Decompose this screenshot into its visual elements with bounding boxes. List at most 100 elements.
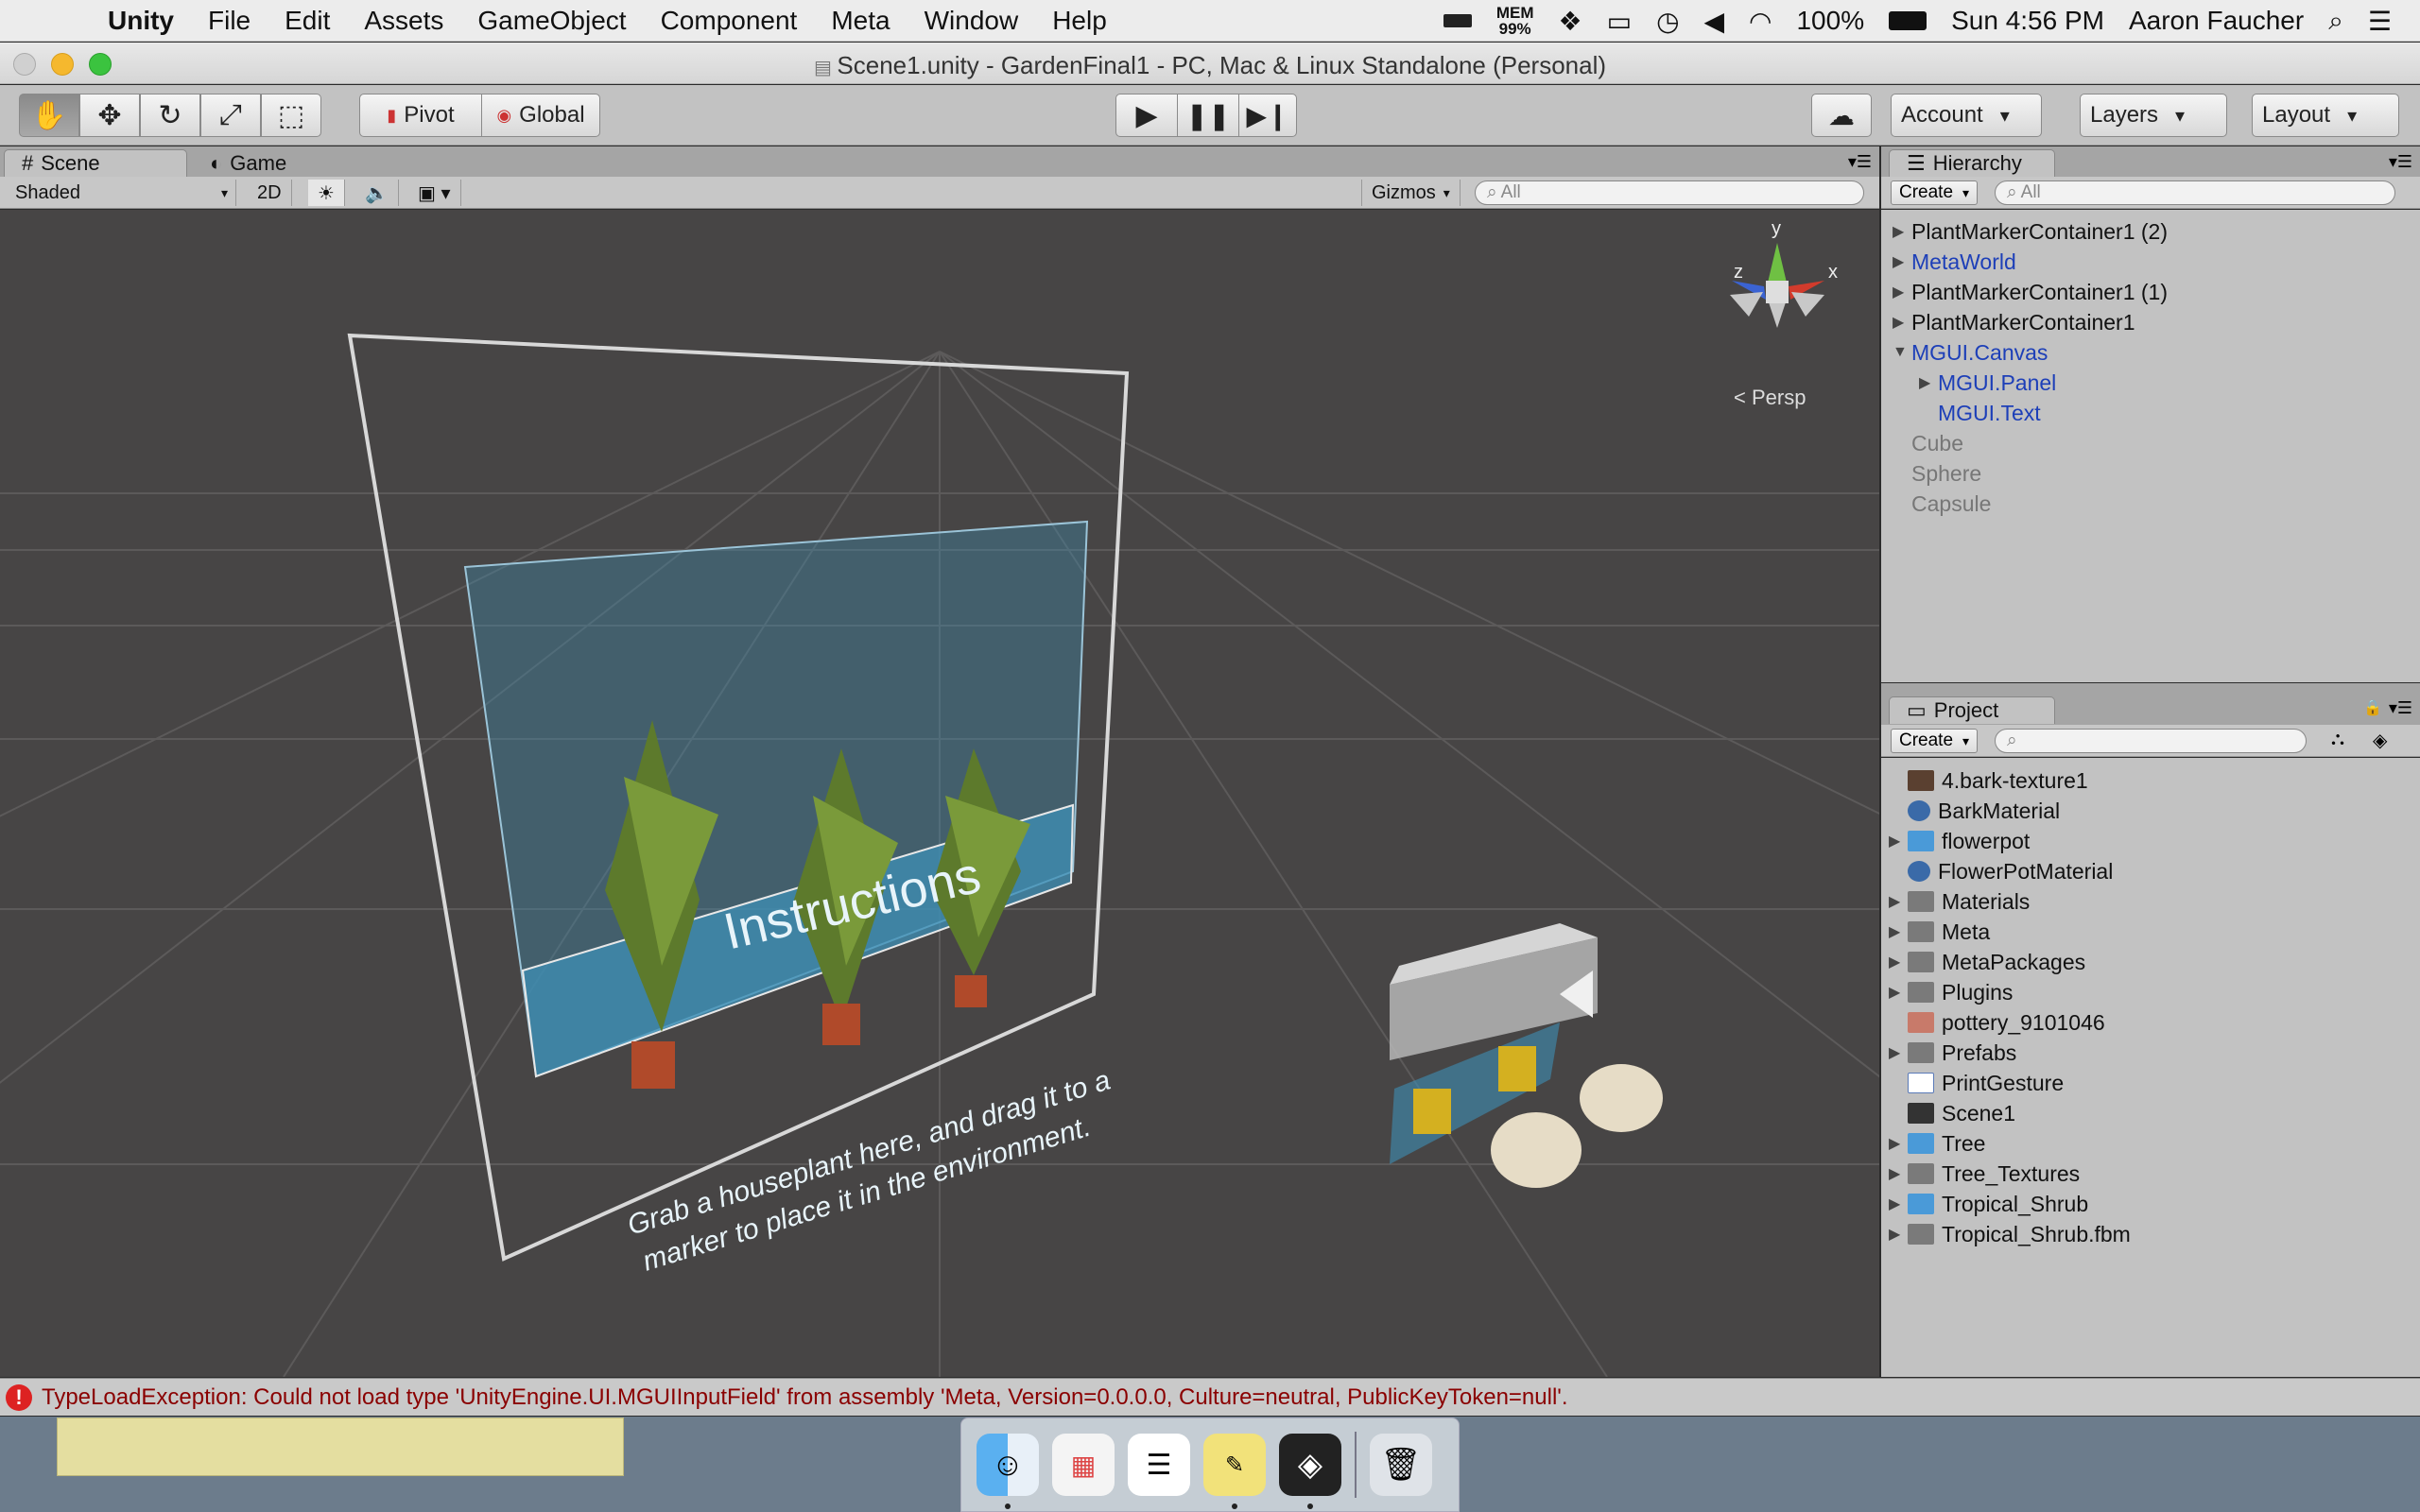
- dropbox-icon[interactable]: ❖: [1558, 6, 1582, 37]
- account-dropdown[interactable]: Account: [1891, 94, 2042, 137]
- menu-help[interactable]: Help: [1052, 6, 1107, 36]
- menu-app-unity[interactable]: Unity: [108, 6, 174, 36]
- project-item[interactable]: BarkMaterial: [1908, 796, 2060, 826]
- unity-app-icon[interactable]: ◈: [1279, 1434, 1341, 1509]
- project-item[interactable]: pottery_9101046: [1908, 1007, 2105, 1038]
- filter-by-label-icon[interactable]: ◈: [2373, 729, 2387, 752]
- hierarchy-item[interactable]: ▶ PlantMarkerContainer1: [1893, 307, 2135, 337]
- tab-game[interactable]: ◐ Game: [193, 149, 303, 177]
- collapse-arrow-icon[interactable]: ▼: [1893, 344, 1911, 361]
- project-item[interactable]: ▶ Tree_Textures: [1889, 1159, 2080, 1189]
- launchpad-icon[interactable]: ▦: [1052, 1434, 1115, 1496]
- project-create-dropdown[interactable]: Create: [1891, 729, 1979, 753]
- expand-arrow-icon[interactable]: ▶: [1893, 283, 1911, 301]
- hierarchy-item[interactable]: MGUI.Text: [1938, 398, 2041, 428]
- scale-tool-icon[interactable]: ⤢: [200, 94, 261, 137]
- project-panel-menu-icon[interactable]: ▾☰: [2389, 698, 2412, 718]
- pause-button[interactable]: ❚❚: [1177, 94, 1239, 137]
- hierarchy-panel-menu-icon[interactable]: ▾☰: [2389, 152, 2412, 172]
- hierarchy-item[interactable]: ▼ MGUI.Canvas: [1893, 337, 2048, 368]
- hierarchy-item[interactable]: Sphere: [1911, 458, 1981, 489]
- move-tool-icon[interactable]: ✥: [79, 94, 140, 137]
- battery-icon[interactable]: [1889, 11, 1927, 30]
- global-toggle[interactable]: ◉ Global: [481, 94, 600, 137]
- lighting-toggle-icon[interactable]: ☀: [308, 180, 345, 206]
- project-item[interactable]: Scene1: [1908, 1098, 2015, 1128]
- finder-icon[interactable]: ☺: [977, 1434, 1039, 1509]
- menu-edit[interactable]: Edit: [285, 6, 330, 36]
- layers-dropdown[interactable]: Layers: [2080, 94, 2227, 137]
- rotate-tool-icon[interactable]: ↻: [140, 94, 200, 137]
- expand-arrow-icon[interactable]: ▶: [1889, 953, 1908, 971]
- hierarchy-item[interactable]: ▶ MetaWorld: [1893, 247, 2016, 277]
- expand-arrow-icon[interactable]: ▶: [1919, 373, 1938, 392]
- project-item[interactable]: ▶ Materials: [1889, 886, 2030, 917]
- menu-gameobject[interactable]: GameObject: [477, 6, 626, 36]
- scene-panel-menu-icon[interactable]: ▾☰: [1848, 152, 1872, 172]
- rect-tool-icon[interactable]: ⬚: [261, 94, 321, 137]
- lock-icon[interactable]: 🔒: [2363, 698, 2382, 717]
- expand-arrow-icon[interactable]: ▶: [1889, 1134, 1908, 1153]
- scene-viewport[interactable]: Instructions Grab a houseplant here, and…: [0, 210, 1879, 1377]
- expand-arrow-icon[interactable]: ▶: [1889, 1043, 1908, 1062]
- hierarchy-item[interactable]: ▶ PlantMarkerContainer1 (2): [1893, 216, 2168, 247]
- menu-window[interactable]: Window: [925, 6, 1019, 36]
- expand-arrow-icon[interactable]: ▶: [1889, 892, 1908, 911]
- reminders-icon[interactable]: ☰: [1128, 1434, 1190, 1496]
- hierarchy-item[interactable]: Capsule: [1911, 489, 1991, 519]
- spotlight-search-icon[interactable]: ⌕: [2328, 6, 2343, 37]
- expand-arrow-icon[interactable]: ▶: [1889, 832, 1908, 850]
- project-item[interactable]: PrintGesture: [1908, 1068, 2064, 1098]
- volume-icon[interactable]: ◀: [1704, 6, 1725, 37]
- expand-arrow-icon[interactable]: ▶: [1889, 1225, 1908, 1244]
- project-item[interactable]: FlowerPotMaterial: [1908, 856, 2113, 886]
- wifi-icon[interactable]: ◠: [1749, 6, 1772, 37]
- perspective-toggle[interactable]: < Persp: [1734, 386, 1806, 410]
- cloud-button[interactable]: ☁: [1811, 94, 1872, 137]
- trash-icon[interactable]: 🗑: [1370, 1434, 1432, 1496]
- project-item[interactable]: ▶ Plugins: [1889, 977, 2013, 1007]
- time-machine-icon[interactable]: ◷: [1656, 6, 1679, 37]
- clock[interactable]: Sun 4:56 PM: [1951, 6, 2104, 36]
- scene-search-input[interactable]: ⌕ All: [1475, 180, 1864, 205]
- project-item[interactable]: 4.bark-texture1: [1908, 765, 2088, 796]
- hierarchy-search-input[interactable]: ⌕ All: [1995, 180, 2395, 205]
- expand-arrow-icon[interactable]: ▶: [1889, 922, 1908, 941]
- expand-arrow-icon[interactable]: ▶: [1893, 313, 1911, 332]
- effects-toggle-icon[interactable]: ▣ ▾: [408, 180, 461, 206]
- hierarchy-item[interactable]: Cube: [1911, 428, 1963, 458]
- user-name[interactable]: Aaron Faucher: [2129, 6, 2304, 36]
- layout-dropdown[interactable]: Layout: [2252, 94, 2399, 137]
- tab-project[interactable]: ▭ Project: [1889, 696, 2055, 724]
- project-item[interactable]: ▶ Meta: [1889, 917, 1990, 947]
- hierarchy-item[interactable]: ▶ PlantMarkerContainer1 (1): [1893, 277, 2168, 307]
- expand-arrow-icon[interactable]: ▶: [1889, 983, 1908, 1002]
- notification-center-icon[interactable]: ☰: [2368, 6, 2392, 37]
- expand-arrow-icon[interactable]: ▶: [1889, 1164, 1908, 1183]
- expand-arrow-icon[interactable]: ▶: [1893, 252, 1911, 271]
- sticky-note-window[interactable]: [57, 1418, 624, 1476]
- shading-mode-dropdown[interactable]: Shaded ▾: [6, 180, 236, 206]
- scene-orientation-gizmo[interactable]: y x z: [1711, 218, 1843, 356]
- project-item[interactable]: ▶ MetaPackages: [1889, 947, 2085, 977]
- filter-by-type-icon[interactable]: ⛬: [2331, 729, 2344, 750]
- gizmos-dropdown[interactable]: Gizmos ▾: [1361, 180, 1461, 206]
- menu-file[interactable]: File: [208, 6, 251, 36]
- play-button[interactable]: ▶: [1115, 94, 1178, 137]
- audio-toggle-icon[interactable]: 🔈: [355, 180, 399, 206]
- menu-assets[interactable]: Assets: [364, 6, 443, 36]
- battery-percent[interactable]: 100%: [1796, 6, 1864, 36]
- hierarchy-item[interactable]: ▶ MGUI.Panel: [1919, 368, 2056, 398]
- memory-indicator[interactable]: MEM 99%: [1496, 5, 1534, 37]
- project-item[interactable]: ▶ flowerpot: [1889, 826, 2030, 856]
- project-item[interactable]: ▶ Tree: [1889, 1128, 1985, 1159]
- tab-hierarchy[interactable]: ☰ Hierarchy: [1889, 149, 2055, 177]
- tab-scene[interactable]: # Scene: [4, 149, 187, 177]
- 2d-toggle[interactable]: 2D: [248, 180, 292, 206]
- menu-meta[interactable]: Meta: [831, 6, 890, 36]
- stickies-icon[interactable]: ✎: [1203, 1434, 1266, 1509]
- project-item[interactable]: ▶ Tropical_Shrub: [1889, 1189, 2088, 1219]
- project-item[interactable]: ▶ Tropical_Shrub.fbm: [1889, 1219, 2131, 1249]
- hand-tool-icon[interactable]: ✋: [19, 94, 79, 137]
- pivot-toggle[interactable]: ▮ Pivot: [359, 94, 482, 137]
